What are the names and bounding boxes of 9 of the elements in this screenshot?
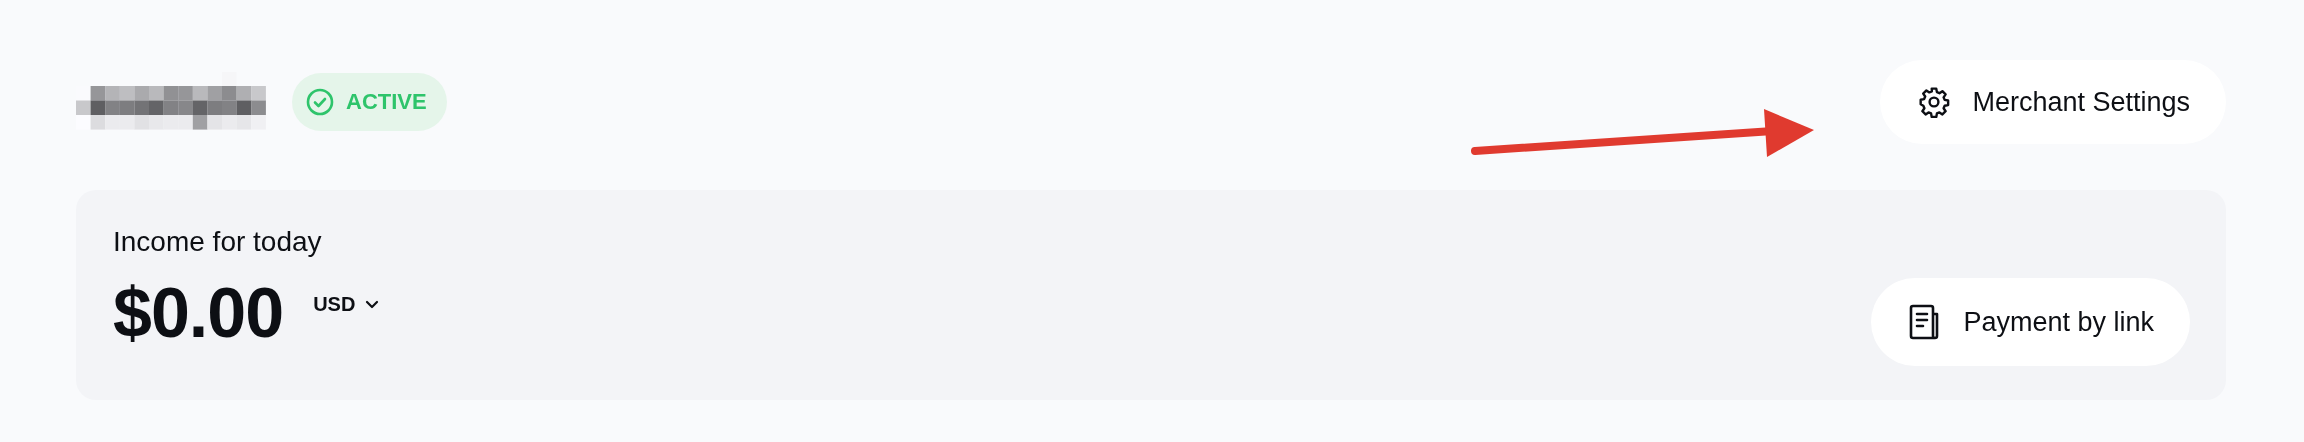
check-circle-icon — [306, 88, 334, 116]
merchant-settings-button[interactable]: Merchant Settings — [1880, 60, 2226, 144]
currency-dropdown[interactable]: USD — [313, 292, 380, 316]
status-label: ACTIVE — [346, 89, 427, 115]
chevron-down-icon — [365, 299, 380, 309]
settings-icon — [1918, 86, 1951, 118]
payment-by-link-button[interactable]: Payment by link — [1871, 278, 2190, 366]
income-amount: $0.00 — [113, 278, 284, 348]
income-title: Income for today — [113, 226, 323, 258]
